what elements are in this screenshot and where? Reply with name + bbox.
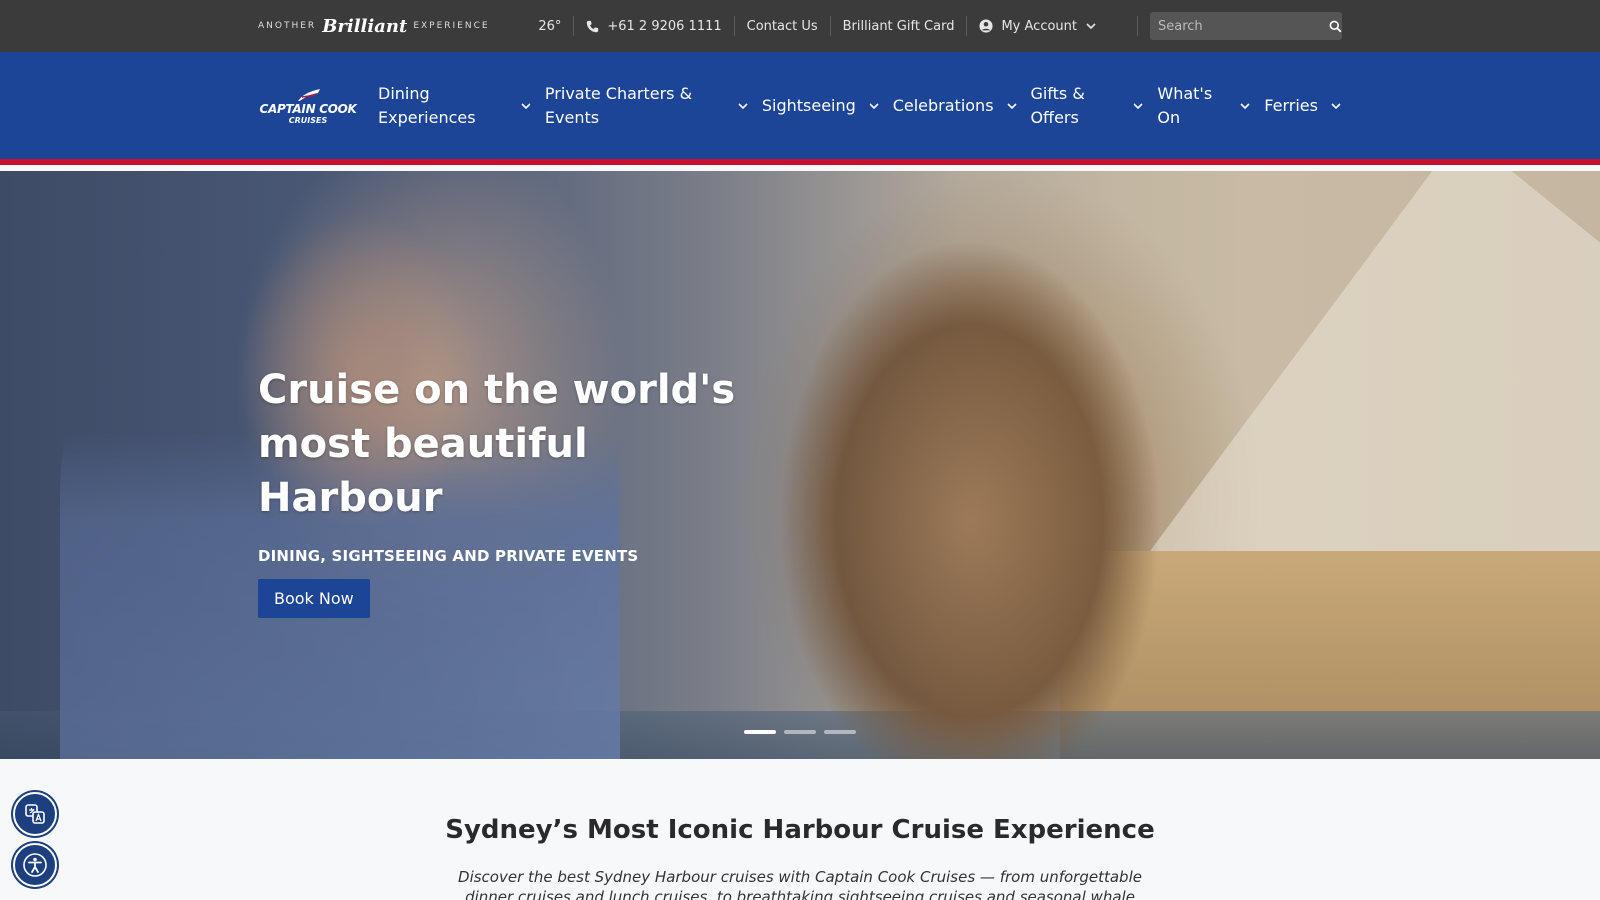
flag-logo-icon [298, 88, 320, 101]
user-circle-icon [979, 19, 994, 33]
my-account-menu[interactable]: My Account [967, 16, 1138, 36]
book-now-button[interactable]: Book Now [258, 579, 370, 618]
nav-item-dining-experiences[interactable]: Dining Experiences [378, 82, 532, 130]
tagline-post: Experience [413, 21, 490, 31]
nav-item-ferries[interactable]: Ferries [1264, 94, 1342, 118]
nav-item-whats-on[interactable]: What's On [1157, 82, 1251, 130]
brand-tagline[interactable]: Another Brilliant Experience [258, 16, 490, 37]
search-icon [1329, 20, 1341, 32]
hero-subtitle: DINING, SIGHTSEEING AND PRIVATE EVENTS [258, 547, 639, 565]
logo-line-1: CAPTAIN COOK [259, 101, 357, 116]
nav-item-private-charters[interactable]: Private Charters & Events [545, 82, 749, 130]
nav-item-label: What's On [1157, 83, 1213, 127]
tagline-pre: Another [258, 21, 317, 31]
hero-title: Cruise on the world's most beautiful Har… [258, 367, 736, 521]
search-input[interactable] [1150, 12, 1328, 40]
my-account-label: My Account [1001, 18, 1077, 34]
nav-menu: Dining Experiences Private Charters & Ev… [378, 82, 1342, 130]
chevron-down-icon [1086, 23, 1096, 30]
temperature-value: 26° [538, 18, 562, 34]
chevron-down-icon [1331, 102, 1341, 109]
accessibility-button[interactable] [13, 843, 57, 887]
nav-item-label: Sightseeing [761, 95, 856, 115]
nav-item-label: Celebrations [892, 95, 994, 115]
intro-section: Sydney’s Most Iconic Harbour Cruise Expe… [0, 759, 1600, 900]
carousel-dots [744, 730, 856, 734]
translate-button[interactable] [13, 792, 57, 836]
nav-item-gifts-offers[interactable]: Gifts & Offers [1030, 82, 1144, 130]
hero-content: Cruise on the world's most beautiful Har… [258, 363, 778, 618]
chevron-down-icon [1133, 102, 1144, 109]
intro-heading: Sydney’s Most Iconic Harbour Cruise Expe… [445, 815, 1155, 845]
phone-link[interactable]: +61 2 9206 1111 [574, 16, 735, 36]
chevron-down-icon [1240, 102, 1250, 109]
nav-item-celebrations[interactable]: Celebrations [893, 94, 1018, 118]
nav-item-sightseeing[interactable]: Sightseeing [762, 94, 880, 118]
carousel-dot[interactable] [784, 730, 816, 734]
phone-number: +61 2 9206 1111 [607, 18, 722, 34]
nav-item-label: Ferries [1264, 95, 1318, 115]
nav-item-label: Dining Experiences [378, 83, 476, 127]
hero-overlay [0, 171, 1600, 759]
translate-icon [25, 804, 45, 824]
nav-item-label: Private Charters & Events [544, 83, 693, 127]
chevron-down-icon [1006, 102, 1017, 109]
intro-text: Discover the best Sydney Harbour cruises… [458, 868, 1142, 900]
gift-card-link[interactable]: Brilliant Gift Card [831, 16, 968, 36]
search-button[interactable] [1328, 12, 1342, 40]
captain-cook-logo[interactable]: CAPTAIN COOK CRUISES [258, 87, 358, 125]
chevron-down-icon [521, 102, 531, 109]
nav-item-label: Gifts & Offers [1030, 83, 1085, 127]
accessibility-icon [23, 853, 47, 877]
carousel-dot[interactable] [744, 730, 776, 734]
chevron-down-icon [738, 102, 748, 109]
top-utility-bar: Another Brilliant Experience 26° +61 2 9… [0, 0, 1600, 52]
tagline-script: Brilliant [322, 15, 408, 37]
utility-links: 26° +61 2 9206 1111 Contact Us Brilliant… [526, 0, 1342, 52]
contact-us-label: Contact Us [746, 18, 818, 34]
temperature: 26° [526, 16, 575, 36]
logo-line-2: CRUISES [288, 115, 328, 125]
carousel-dot[interactable] [824, 730, 856, 734]
hero-carousel: Cruise on the world's most beautiful Har… [0, 171, 1600, 759]
main-navigation: CAPTAIN COOK CRUISES Dining Experiences … [0, 52, 1600, 165]
phone-icon [587, 20, 599, 32]
gift-card-label: Brilliant Gift Card [842, 18, 955, 34]
chevron-down-icon [869, 102, 879, 109]
contact-us-link[interactable]: Contact Us [735, 16, 831, 36]
search-box [1150, 12, 1342, 40]
